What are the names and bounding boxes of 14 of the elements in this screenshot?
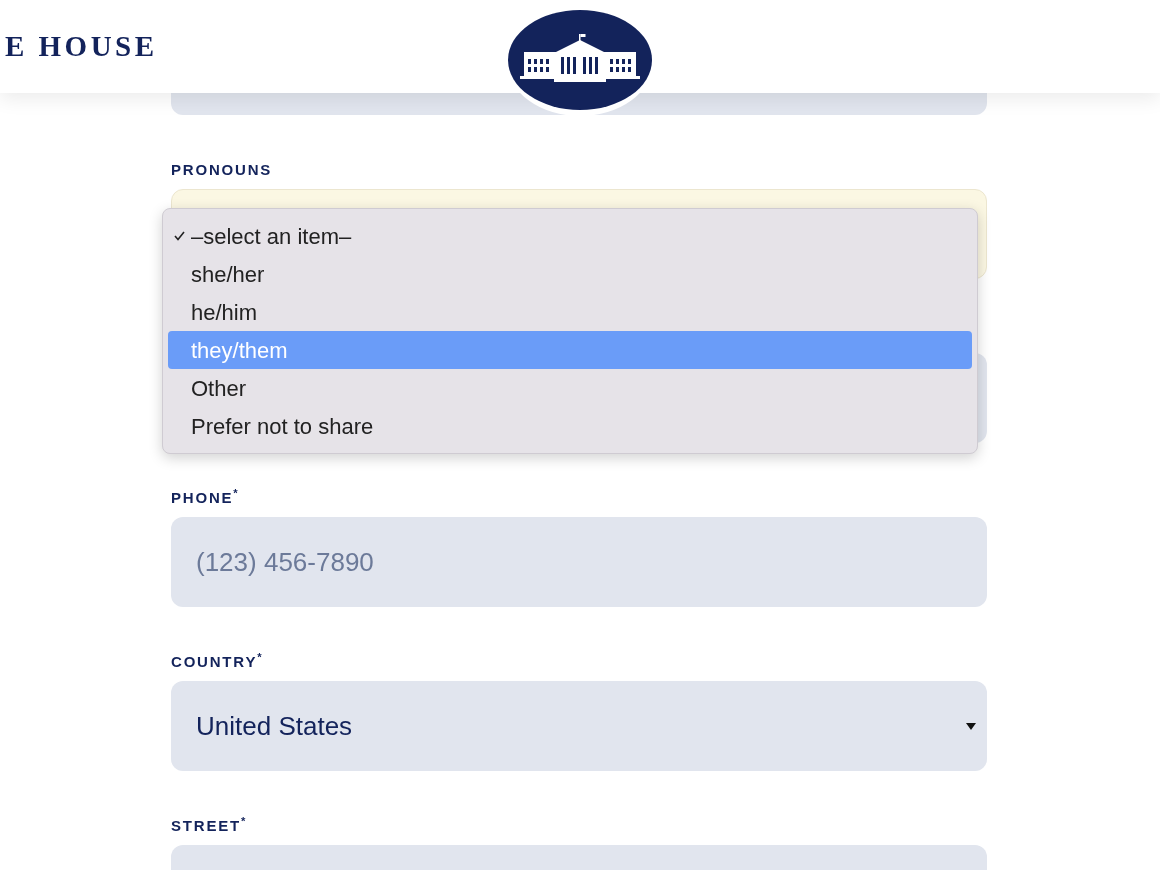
- checkmark-icon: [174, 231, 185, 241]
- dropdown-option[interactable]: –select an item–: [168, 217, 972, 255]
- dropdown-option[interactable]: she/her: [168, 255, 972, 293]
- field-label: PRONOUNS: [171, 161, 274, 179]
- select-field[interactable]: United States: [171, 681, 987, 771]
- site-title[interactable]: E HOUSE: [5, 24, 158, 69]
- building-logo[interactable]: [506, 10, 654, 118]
- dropdown-option[interactable]: he/him: [168, 293, 972, 331]
- dropdown-option[interactable]: Other: [168, 369, 972, 407]
- dropdown-option[interactable]: Prefer not to share: [168, 407, 972, 445]
- field-label: COUNTRY$^{*}$: [171, 653, 265, 671]
- field-label: PHONE$^{*}$: [171, 489, 241, 507]
- caret-icon: [966, 722, 976, 730]
- field-label: STREET$^{*}$: [171, 817, 249, 835]
